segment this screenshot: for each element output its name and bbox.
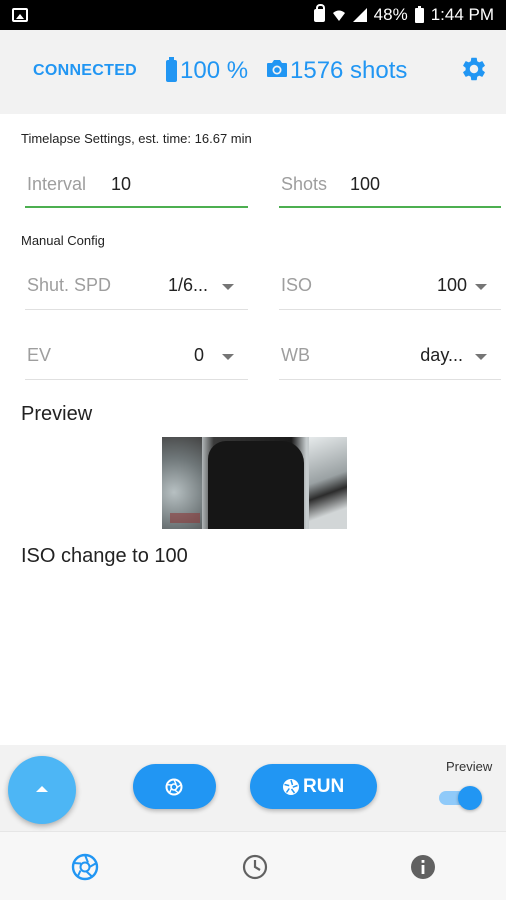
signal-icon [352,8,367,22]
preview-red-part [170,513,200,523]
iso-label: ISO [281,275,313,295]
dropdown-arrow-icon [475,354,487,360]
battery-icon [414,5,424,23]
preview-toggle-label: Preview [446,759,493,774]
shutter-speed-value: 1/6... [167,275,208,295]
status-bar: 48% 1:44 PM [0,0,506,30]
dropdown-arrow-icon [475,284,487,290]
dropdown-arrow-icon [222,354,234,360]
ev-underline [25,379,248,380]
status-message: ISO change to 100 [21,545,188,567]
shots-label: Shots [281,174,328,194]
gear-icon[interactable] [460,55,488,88]
lock-icon [313,3,325,22]
battery-percent: 48% [373,5,408,24]
iso-dropdown[interactable]: ISO 100 [279,266,501,310]
preview-toggle[interactable] [437,786,483,810]
toggle-knob [458,786,482,810]
preview-image [162,437,347,529]
shots-underline [279,206,501,208]
shutter-speed-underline [25,309,248,310]
aperture-icon [282,778,300,802]
iso-value: 100 [436,275,467,295]
battery-icon [166,57,177,82]
interval-value[interactable]: 10 [111,174,131,195]
bottom-navigation [0,831,506,900]
shutter-speed-dropdown[interactable]: Shut. SPD 1/6... [25,266,248,310]
aperture-icon [165,778,183,801]
interval-underline [25,206,248,208]
nav-timelapse-tab[interactable] [240,852,270,882]
run-label: RUN [303,776,345,797]
camera-status-header: CONNECTED 100 % 1576 shots [0,30,506,114]
connection-status: CONNECTED [33,62,138,79]
wifi-icon [332,8,346,22]
clock-time: 1:44 PM [430,5,494,24]
nav-capture-tab[interactable] [70,852,100,882]
timelapse-settings-label: Timelapse Settings, est. time: 16.67 min [21,131,252,146]
expand-fab[interactable] [8,756,76,824]
clock-icon [242,854,268,880]
dropdown-arrow-icon [222,284,234,290]
ev-label: EV [27,345,52,365]
chevron-up-icon [36,786,48,792]
camera-battery: 100 % [166,57,248,85]
nav-info-tab[interactable] [408,852,438,882]
image-icon [12,8,28,22]
manual-config-label: Manual Config [21,233,105,248]
white-balance-dropdown[interactable]: WB day... [279,336,501,380]
white-balance-label: WB [281,345,310,365]
white-balance-value: day... [420,345,463,365]
info-icon [411,855,435,879]
ev-dropdown[interactable]: EV 0 [25,336,248,380]
remaining-shots: 1576 shots [266,57,407,85]
shots-value[interactable]: 100 [350,174,380,195]
status-bar-right: 48% 1:44 PM [313,0,494,30]
shots-field[interactable]: Shots 100 [279,166,501,208]
capture-button[interactable] [133,764,216,809]
shutter-speed-label: Shut. SPD [27,275,112,295]
iso-underline [279,309,501,310]
preview-title: Preview [21,403,93,425]
camera-battery-value: 100 % [180,57,249,84]
camera-icon [266,57,288,85]
interval-field[interactable]: Interval 10 [25,166,248,208]
preview-dark-object [208,441,304,529]
preview-right-part [309,437,347,529]
run-button[interactable]: RUN [250,764,377,809]
white-balance-underline [279,379,501,380]
aperture-icon [71,853,99,881]
ev-value: 0 [193,345,204,365]
interval-label: Interval [27,174,87,194]
remaining-shots-value: 1576 shots [290,57,408,84]
